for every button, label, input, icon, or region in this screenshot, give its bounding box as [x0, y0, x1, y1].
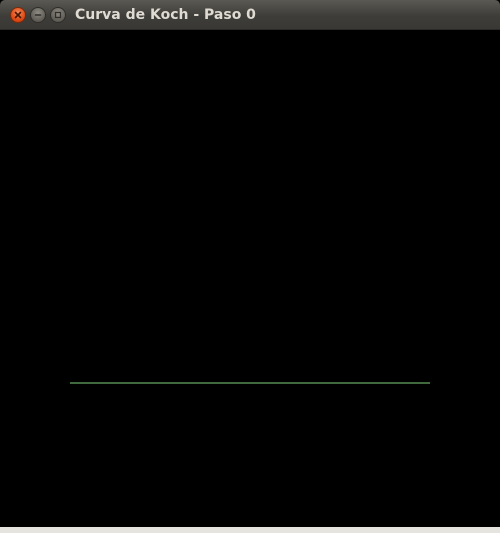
koch-window: Curva de Koch - Paso 0 [0, 0, 500, 533]
maximize-button[interactable] [50, 7, 66, 23]
minimize-icon [34, 14, 42, 16]
close-button[interactable] [10, 7, 26, 23]
window-title: Curva de Koch - Paso 0 [75, 7, 256, 23]
drawing-canvas [0, 30, 500, 527]
title-bar[interactable]: Curva de Koch - Paso 0 [0, 0, 500, 30]
minimize-button[interactable] [30, 7, 46, 23]
window-controls [10, 7, 66, 23]
close-icon [14, 11, 22, 19]
koch-curve-svg [70, 382, 430, 384]
background-window-edge [0, 527, 500, 533]
maximize-icon [54, 11, 62, 19]
